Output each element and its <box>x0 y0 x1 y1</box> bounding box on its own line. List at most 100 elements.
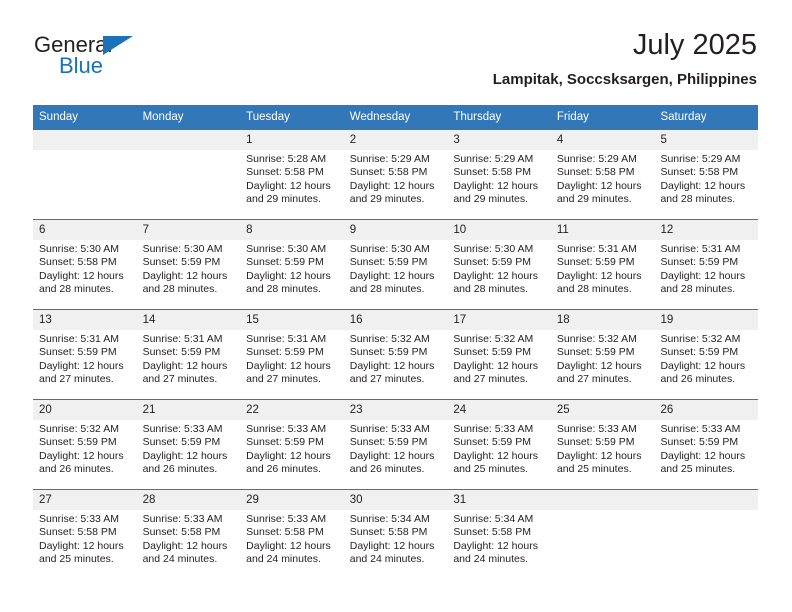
week-body: Sunrise: 5:31 AM Sunset: 5:59 PM Dayligh… <box>33 330 758 399</box>
day-cell: Sunrise: 5:30 AM Sunset: 5:59 PM Dayligh… <box>137 240 241 309</box>
day-number: 24 <box>453 404 467 416</box>
sunset-text: Sunset: 5:59 PM <box>246 346 324 359</box>
daylight-text-line1: Daylight: 12 hours <box>349 449 435 462</box>
page-subtitle: Lampitak, Soccsksargen, Philippines <box>492 71 757 88</box>
daylight-text-line1: Daylight: 12 hours <box>142 539 228 552</box>
daylight-text-line1: Daylight: 12 hours <box>453 539 538 552</box>
daylight-text-line2: and 29 minutes. <box>556 193 632 206</box>
day-number <box>33 130 137 150</box>
daylight-text-line1: Daylight: 12 hours <box>142 359 228 372</box>
daylight-text-line2: and 28 minutes. <box>246 283 321 296</box>
day-number: 14 <box>142 314 156 326</box>
sunrise-text: Sunrise: 5:33 AM <box>142 423 223 435</box>
daylight-text-line2: and 25 minutes. <box>556 463 632 476</box>
sunset-text: Sunset: 5:59 PM <box>556 436 635 449</box>
day-cell: Sunrise: 5:31 AM Sunset: 5:59 PM Dayligh… <box>33 330 137 399</box>
sunset-text: Sunset: 5:59 PM <box>246 256 324 269</box>
sunset-text: Sunset: 5:58 PM <box>556 166 635 179</box>
daylight-text-line1: Daylight: 12 hours <box>453 179 538 192</box>
sunset-text: Sunset: 5:59 PM <box>556 346 635 359</box>
sunrise-text: Sunrise: 5:33 AM <box>349 423 430 435</box>
sunrise-text: Sunrise: 5:29 AM <box>453 153 534 165</box>
sunset-text: Sunset: 5:58 PM <box>39 526 117 539</box>
general-blue-logo[interactable]: General Blue <box>34 34 194 86</box>
daylight-text-line1: Daylight: 12 hours <box>556 269 642 282</box>
sunrise-text: Sunrise: 5:34 AM <box>453 513 534 525</box>
daylight-text-line2: and 24 minutes. <box>349 553 425 566</box>
daylight-text-line1: Daylight: 12 hours <box>349 269 435 282</box>
daylight-text-line1: Daylight: 12 hours <box>660 359 746 372</box>
daylight-text-line2: and 24 minutes. <box>246 553 321 566</box>
daylight-text-line2: and 25 minutes. <box>39 553 114 566</box>
week-number-band: 13 14 15 16 17 18 19 <box>33 310 758 330</box>
day-number: 10 <box>453 224 467 236</box>
daylight-text-line2: and 26 minutes. <box>349 463 425 476</box>
daylight-text-line2: and 26 minutes. <box>39 463 114 476</box>
daylight-text-line2: and 25 minutes. <box>660 463 736 476</box>
logo-text-blue: Blue <box>59 53 104 78</box>
sunset-text: Sunset: 5:59 PM <box>660 346 739 359</box>
sunset-text: Sunset: 5:59 PM <box>349 436 428 449</box>
day-number: 19 <box>660 314 674 326</box>
daylight-text-line2: and 28 minutes. <box>453 283 529 296</box>
day-cell: Sunrise: 5:33 AM Sunset: 5:59 PM Dayligh… <box>447 420 551 489</box>
day-number: 13 <box>39 314 52 326</box>
day-number <box>654 490 758 510</box>
sunset-text: Sunset: 5:59 PM <box>349 346 428 359</box>
day-cell: Sunrise: 5:28 AM Sunset: 5:58 PM Dayligh… <box>240 150 344 219</box>
sunset-text: Sunset: 5:59 PM <box>142 346 221 359</box>
sunrise-text: Sunrise: 5:32 AM <box>556 333 637 345</box>
calendar-page: General Blue July 2025 Lampitak, Soccsks… <box>0 0 792 612</box>
day-number: 9 <box>349 224 357 236</box>
week-body: Sunrise: 5:33 AM Sunset: 5:58 PM Dayligh… <box>33 510 758 579</box>
daylight-text-line2: and 27 minutes. <box>453 373 529 386</box>
page-header: General Blue July 2025 Lampitak, Soccsks… <box>34 28 757 98</box>
day-cell: Sunrise: 5:34 AM Sunset: 5:58 PM Dayligh… <box>344 510 448 579</box>
day-cell: Sunrise: 5:32 AM Sunset: 5:59 PM Dayligh… <box>344 330 448 399</box>
day-cell: Sunrise: 5:33 AM Sunset: 5:58 PM Dayligh… <box>240 510 344 579</box>
day-cell: Sunrise: 5:31 AM Sunset: 5:59 PM Dayligh… <box>551 240 655 309</box>
daylight-text-line2: and 28 minutes. <box>39 283 114 296</box>
day-number: 30 <box>349 494 363 506</box>
day-cell: Sunrise: 5:31 AM Sunset: 5:59 PM Dayligh… <box>137 330 241 399</box>
day-number: 29 <box>246 494 259 506</box>
sunrise-text: Sunrise: 5:31 AM <box>556 243 637 255</box>
day-cell: Sunrise: 5:33 AM Sunset: 5:58 PM Dayligh… <box>33 510 137 579</box>
sunrise-text: Sunrise: 5:32 AM <box>349 333 430 345</box>
daylight-text-line1: Daylight: 12 hours <box>453 449 538 462</box>
sunrise-text: Sunrise: 5:33 AM <box>142 513 223 525</box>
day-number: 6 <box>39 224 46 236</box>
calendar-week-row: 27 28 29 30 31 Sunrise: 5:33 AM Sunset: … <box>33 489 758 579</box>
week-body: Sunrise: 5:30 AM Sunset: 5:58 PM Dayligh… <box>33 240 758 309</box>
day-cell: Sunrise: 5:33 AM Sunset: 5:59 PM Dayligh… <box>654 420 758 489</box>
sunset-text: Sunset: 5:58 PM <box>349 166 428 179</box>
daylight-text-line2: and 24 minutes. <box>142 553 218 566</box>
day-cell: Sunrise: 5:31 AM Sunset: 5:59 PM Dayligh… <box>654 240 758 309</box>
sunrise-text: Sunrise: 5:33 AM <box>246 423 327 435</box>
day-number: 5 <box>660 134 667 146</box>
day-cell: Sunrise: 5:29 AM Sunset: 5:58 PM Dayligh… <box>551 150 655 219</box>
daylight-text-line2: and 28 minutes. <box>349 283 425 296</box>
daylight-text-line1: Daylight: 12 hours <box>142 269 228 282</box>
daylight-text-line1: Daylight: 12 hours <box>246 269 331 282</box>
sunset-text: Sunset: 5:58 PM <box>142 526 221 539</box>
day-cell <box>654 510 758 579</box>
sunrise-text: Sunrise: 5:29 AM <box>660 153 741 165</box>
day-cell: Sunrise: 5:32 AM Sunset: 5:59 PM Dayligh… <box>447 330 551 399</box>
sunset-text: Sunset: 5:59 PM <box>660 436 739 449</box>
day-cell: Sunrise: 5:29 AM Sunset: 5:58 PM Dayligh… <box>447 150 551 219</box>
sunrise-text: Sunrise: 5:30 AM <box>349 243 430 255</box>
daylight-text-line1: Daylight: 12 hours <box>349 179 435 192</box>
daylight-text-line1: Daylight: 12 hours <box>660 449 746 462</box>
sunrise-text: Sunrise: 5:30 AM <box>39 243 119 255</box>
day-cell: Sunrise: 5:32 AM Sunset: 5:59 PM Dayligh… <box>654 330 758 399</box>
page-title: July 2025 <box>632 29 757 61</box>
day-cell: Sunrise: 5:32 AM Sunset: 5:59 PM Dayligh… <box>33 420 137 489</box>
sunset-text: Sunset: 5:58 PM <box>453 526 531 539</box>
sunrise-text: Sunrise: 5:32 AM <box>453 333 534 345</box>
day-cell <box>137 150 241 219</box>
day-number: 3 <box>453 134 460 146</box>
daylight-text-line1: Daylight: 12 hours <box>349 539 435 552</box>
sunrise-text: Sunrise: 5:31 AM <box>39 333 119 345</box>
sunset-text: Sunset: 5:59 PM <box>556 256 635 269</box>
